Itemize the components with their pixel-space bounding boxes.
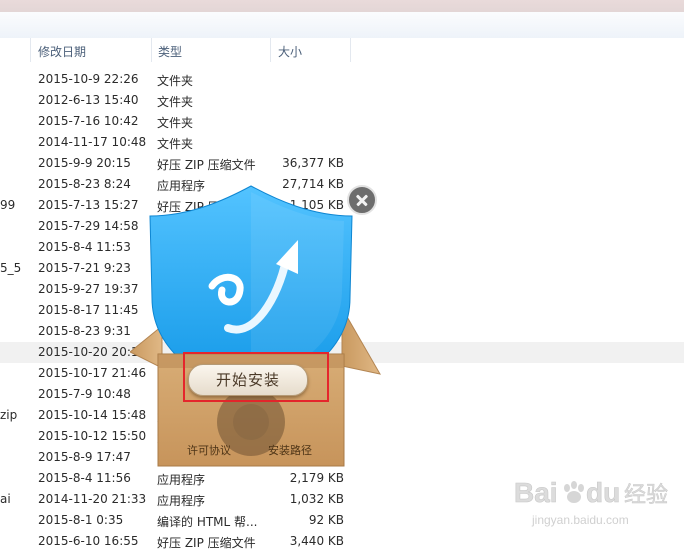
file-type: 好压 ZIP 压缩文件 [157, 158, 256, 172]
file-date-modified: 2015-6-10 16:55 [38, 534, 139, 548]
file-date-modified: 2014-11-20 21:33 [38, 492, 147, 506]
close-icon[interactable] [347, 185, 377, 215]
file-date-modified: 2015-7-16 10:42 [38, 114, 139, 128]
explorer-toolbar [0, 12, 684, 39]
file-date-modified: 2015-7-9 10:48 [38, 387, 131, 401]
installer-dialog: 开始安装 许可协议 安装路径 [130, 178, 390, 478]
file-date-modified: 2015-7-21 9:23 [38, 261, 131, 275]
file-size: 1,032 KB [289, 492, 344, 506]
baidu-logo-icon: Bai du 经验 jingyan.baidu.com [514, 477, 669, 527]
column-header-size[interactable]: 大小 [278, 43, 302, 60]
file-type: 文件夹 [157, 95, 194, 109]
column-separator[interactable] [350, 38, 351, 62]
file-date-modified: 2015-7-29 14:58 [38, 219, 139, 233]
column-separator[interactable] [270, 38, 271, 62]
column-header-date[interactable]: 修改日期 [38, 43, 86, 60]
file-name: zip [0, 408, 18, 422]
file-size: 92 KB [308, 513, 344, 527]
file-type: 好压 ZIP 压缩文件 [157, 536, 256, 550]
file-date-modified: 2014-11-17 10:48 [38, 135, 147, 149]
license-agreement-link[interactable]: 许可协议 [187, 442, 231, 458]
install-path-link[interactable]: 安装路径 [268, 442, 312, 458]
svg-text:经验: 经验 [624, 483, 668, 508]
column-separator[interactable] [30, 38, 31, 62]
start-install-button[interactable]: 开始安装 [188, 364, 308, 396]
file-name: 99 [0, 198, 16, 212]
baidu-jingyan-watermark: Bai du 经验 jingyan.baidu.com [470, 468, 684, 542]
file-name: ai [0, 492, 11, 506]
column-header-bar: 修改日期 类型 大小 [0, 38, 684, 62]
installer-box-graphic [130, 185, 381, 467]
file-date-modified: 2015-8-23 8:24 [38, 177, 131, 191]
file-type: 文件夹 [157, 74, 194, 88]
file-date-modified: 2015-7-13 15:27 [38, 198, 139, 212]
file-row[interactable]: 2015-7-16 10:42 文件夹 [0, 111, 684, 132]
file-date-modified: 2015-8-1 0:35 [38, 513, 124, 527]
svg-text:jingyan.baidu.com: jingyan.baidu.com [531, 513, 629, 527]
file-date-modified: 2015-8-9 17:47 [38, 450, 131, 464]
file-row[interactable]: 2015-9-9 20:15 好压 ZIP 压缩文件 36,377 KB [0, 153, 684, 174]
file-type: 应用程序 [157, 494, 206, 508]
file-type: 编译的 HTML 帮... [157, 515, 258, 529]
svg-text:du: du [586, 477, 620, 508]
file-date-modified: 2015-10-20 20:1 [38, 345, 139, 359]
file-row[interactable]: 2015-10-9 22:26 文件夹 [0, 69, 684, 90]
column-separator[interactable] [151, 38, 152, 62]
file-date-modified: 2015-9-27 19:37 [38, 282, 139, 296]
file-type: 文件夹 [157, 137, 194, 151]
file-name: 5_5 [0, 261, 22, 275]
window-top-strip [0, 0, 684, 12]
file-row[interactable]: 2014-11-17 10:48 文件夹 [0, 132, 684, 153]
file-date-modified: 2015-8-4 11:56 [38, 471, 131, 485]
file-date-modified: 2015-8-23 9:31 [38, 324, 131, 338]
file-date-modified: 2015-10-9 22:26 [38, 72, 139, 86]
file-date-modified: 2015-9-9 20:15 [38, 156, 131, 170]
file-size: 3,440 KB [289, 534, 344, 548]
file-row[interactable]: 2012-6-13 15:40 文件夹 [0, 90, 684, 111]
file-date-modified: 2012-6-13 15:40 [38, 93, 139, 107]
file-date-modified: 2015-8-4 11:53 [38, 240, 131, 254]
svg-text:Bai: Bai [514, 477, 558, 508]
file-type: 文件夹 [157, 116, 194, 130]
file-size: 36,377 KB [282, 156, 344, 170]
file-date-modified: 2015-8-17 11:45 [38, 303, 139, 317]
column-header-type[interactable]: 类型 [158, 43, 182, 60]
